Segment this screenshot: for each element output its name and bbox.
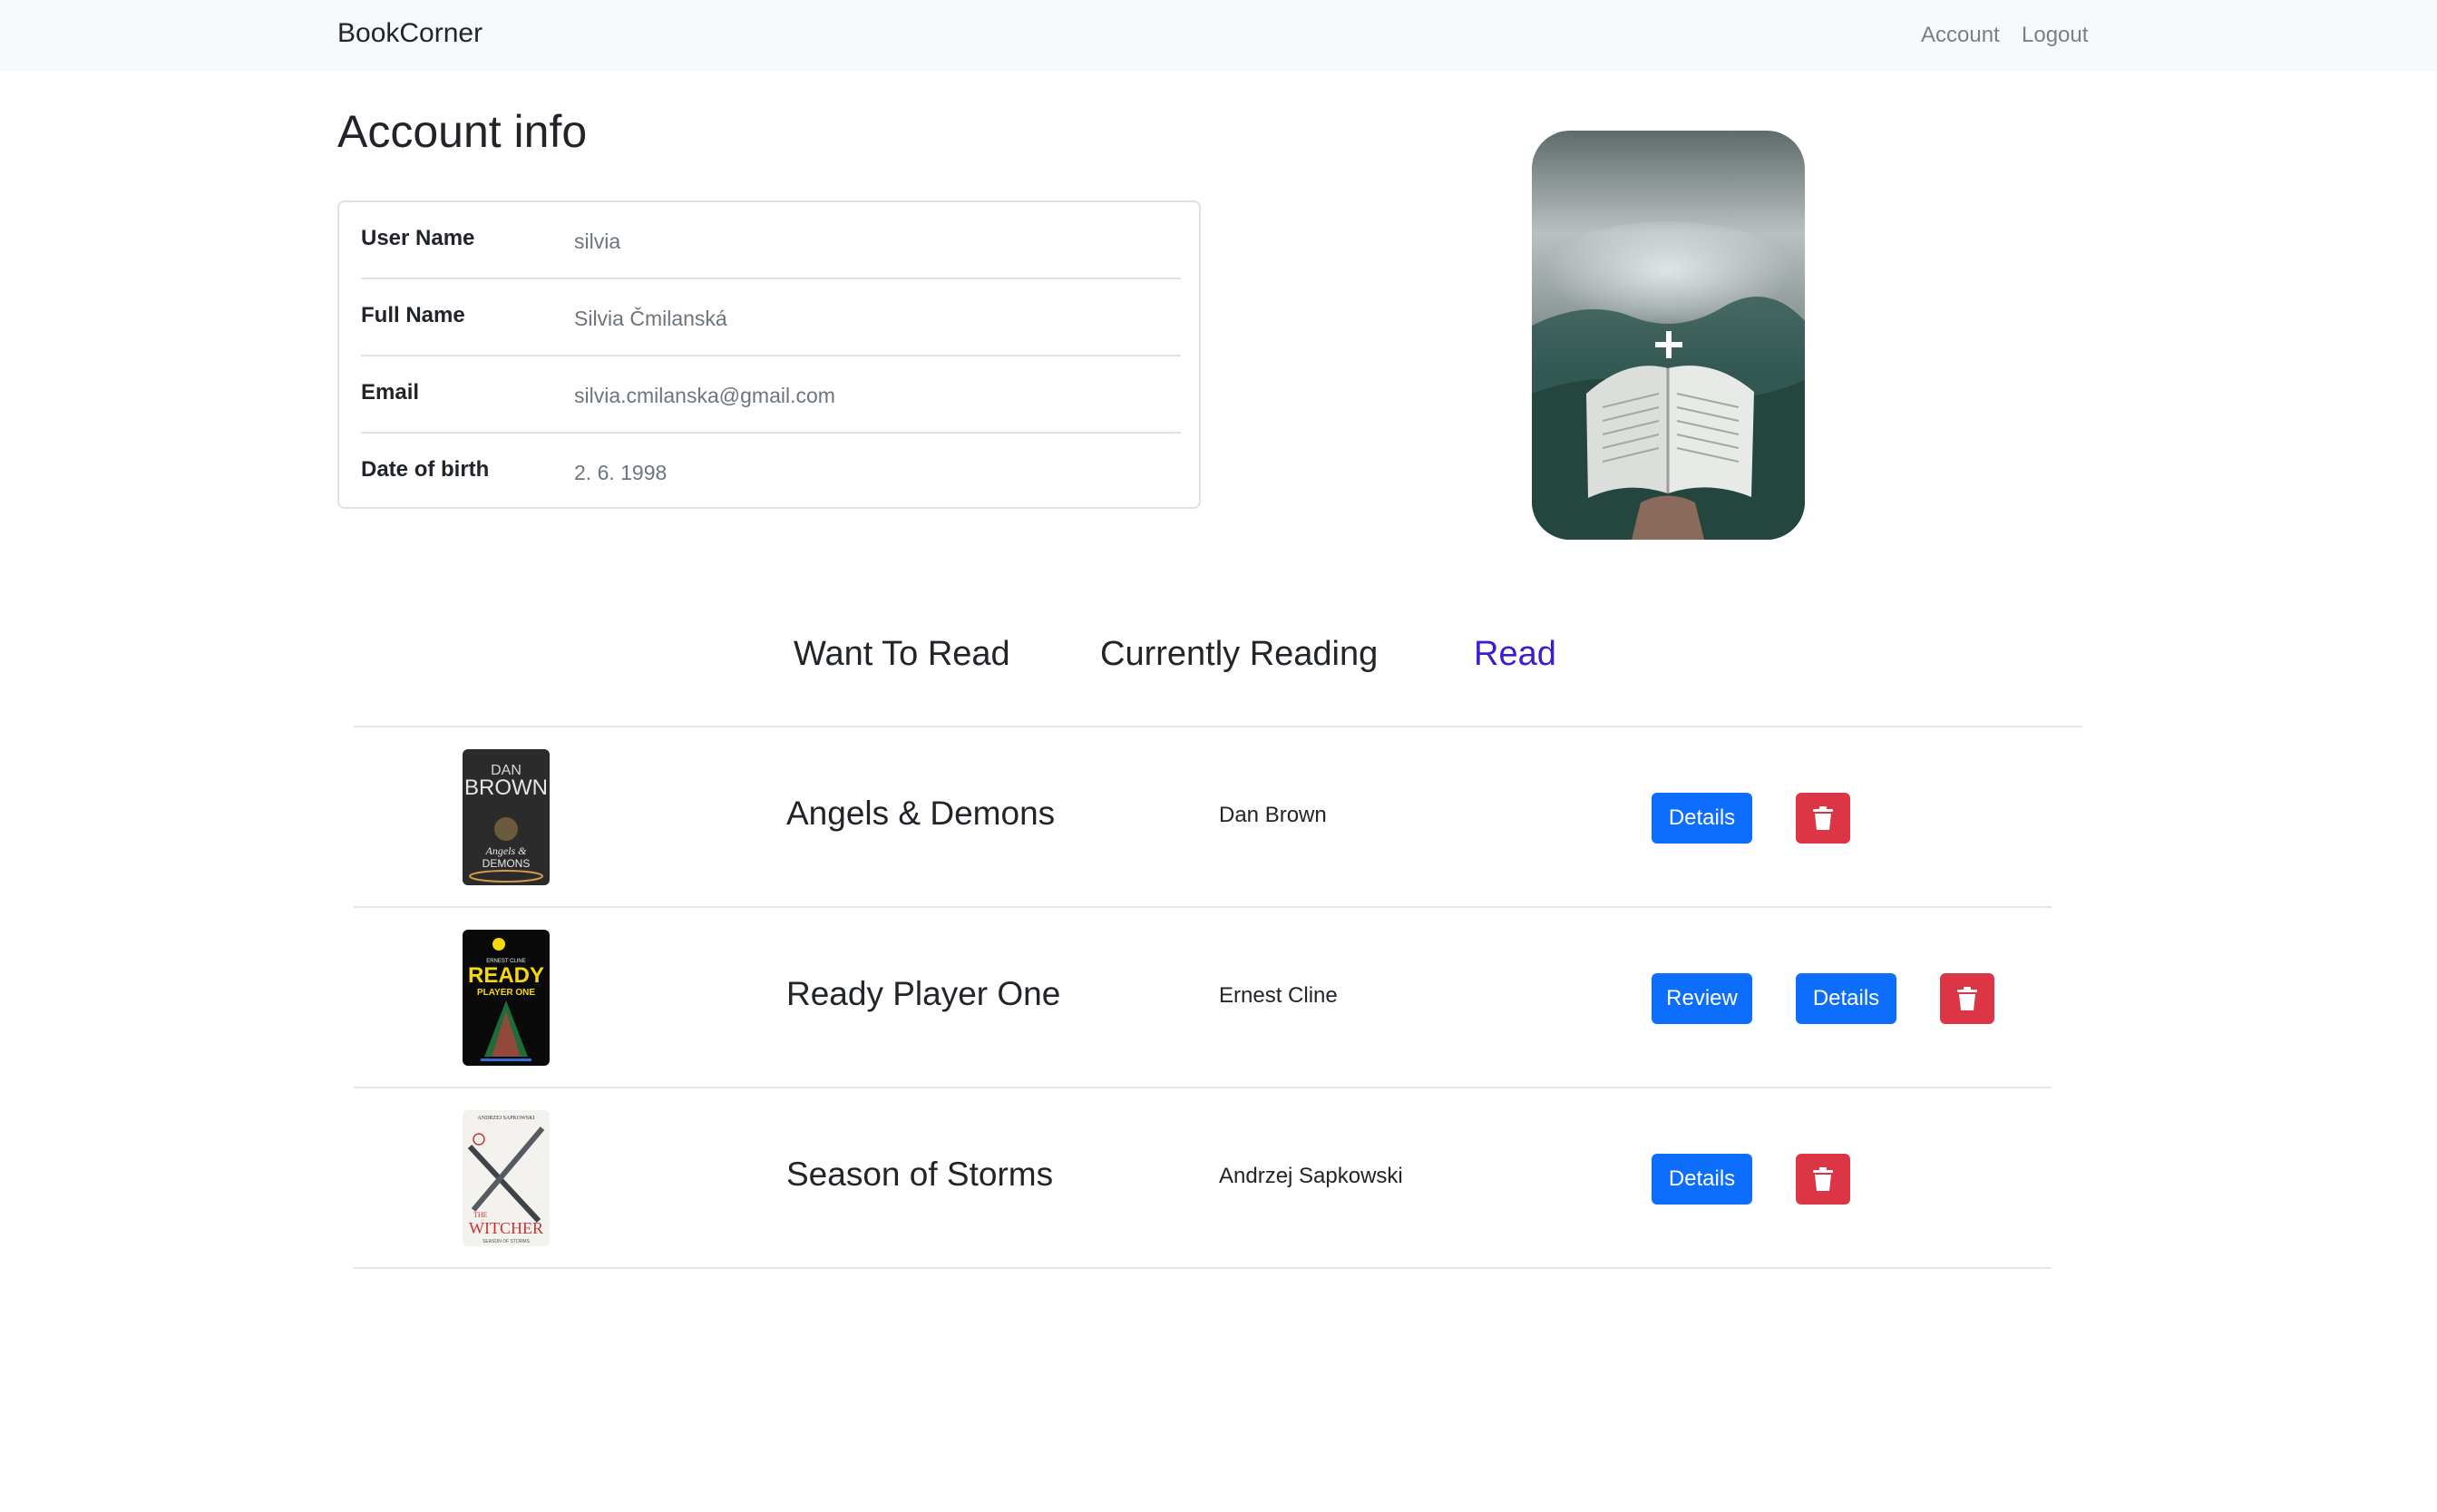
book-cover-image: ERNEST CLINE READY PLAYER ONE xyxy=(463,930,550,1066)
book-author: Dan Brown xyxy=(1219,803,1327,827)
delete-button[interactable] xyxy=(1796,1154,1850,1205)
email-label: Email xyxy=(361,380,420,405)
svg-text:SEASON OF STORMS: SEASON OF STORMS xyxy=(483,1239,531,1244)
fullname-value: Silvia Čmilanská xyxy=(574,307,727,330)
nav-account-link[interactable]: Account xyxy=(1921,23,2000,48)
birthdate-label: Date of birth xyxy=(361,457,490,482)
book-cover: DAN BROWN Angels & DEMONS xyxy=(463,749,550,885)
profile-photo-upload[interactable] xyxy=(1532,131,1805,540)
book-title: Season of Storms xyxy=(786,1156,1054,1193)
book-author: Andrzej Sapkowski xyxy=(1219,1164,1403,1188)
svg-text:PLAYER ONE: PLAYER ONE xyxy=(477,988,535,998)
book-cover-image: DAN BROWN Angels & DEMONS xyxy=(463,749,550,885)
book-cover-image: ANDRZEJ SAPKOWSKI THE WITCHER SEASON OF … xyxy=(463,1110,550,1246)
fullname-label: Full Name xyxy=(361,303,465,327)
trash-icon xyxy=(1813,806,1833,830)
book-row: ANDRZEJ SAPKOWSKI THE WITCHER SEASON OF … xyxy=(354,1088,2052,1269)
details-button[interactable]: Details xyxy=(1652,793,1752,844)
svg-text:WITCHER: WITCHER xyxy=(469,1219,543,1237)
book-cover: ERNEST CLINE READY PLAYER ONE xyxy=(463,930,550,1066)
book-author: Ernest Cline xyxy=(1219,983,1338,1008)
book-title: Ready Player One xyxy=(786,975,1061,1012)
book-cover: ANDRZEJ SAPKOWSKI THE WITCHER SEASON OF … xyxy=(463,1110,550,1246)
details-button[interactable]: Details xyxy=(1796,973,1896,1024)
svg-text:THE: THE xyxy=(473,1211,488,1219)
details-button[interactable]: Details xyxy=(1652,1154,1752,1205)
info-row-email: Email silvia.cmilanska@gmail.com xyxy=(361,356,1181,434)
tab-want-to-read[interactable]: Want To Read xyxy=(794,635,1010,674)
trash-icon xyxy=(1813,1167,1833,1191)
brand-logo[interactable]: BookCorner xyxy=(337,18,483,49)
email-value: silvia.cmilanska@gmail.com xyxy=(574,384,835,407)
svg-text:ANDRZEJ SAPKOWSKI: ANDRZEJ SAPKOWSKI xyxy=(477,1116,534,1121)
reading-status-tabs: Want To Read Currently Reading Read xyxy=(0,635,2437,689)
username-label: User Name xyxy=(361,226,475,250)
plus-icon[interactable] xyxy=(1653,329,1684,360)
svg-text:READY: READY xyxy=(468,963,544,988)
trash-icon xyxy=(1957,987,1977,1010)
page-title: Account info xyxy=(337,106,588,157)
svg-text:Angels &: Angels & xyxy=(485,844,528,857)
review-button[interactable]: Review xyxy=(1652,973,1752,1024)
nav-logout-link[interactable]: Logout xyxy=(2022,23,2088,48)
book-row: DAN BROWN Angels & DEMONS Angels & Demon… xyxy=(354,727,2052,908)
book-row: ERNEST CLINE READY PLAYER ONE Ready Play… xyxy=(354,908,2052,1088)
navbar: BookCorner Account Logout xyxy=(0,0,2437,72)
username-value: silvia xyxy=(574,229,621,253)
tab-currently-reading[interactable]: Currently Reading xyxy=(1100,635,1378,674)
delete-button[interactable] xyxy=(1940,973,1994,1024)
tab-read[interactable]: Read xyxy=(1474,635,1556,674)
info-row-birthdate: Date of birth 2. 6. 1998 xyxy=(361,434,1181,511)
svg-text:DEMONS: DEMONS xyxy=(483,857,531,870)
account-info-card: User Name silvia Full Name Silvia Čmilan… xyxy=(337,200,1201,509)
delete-button[interactable] xyxy=(1796,793,1850,844)
book-title: Angels & Demons xyxy=(786,795,1056,832)
info-row-fullname: Full Name Silvia Čmilanská xyxy=(361,279,1181,356)
svg-text:BROWN: BROWN xyxy=(464,776,548,800)
info-row-username: User Name silvia xyxy=(361,202,1181,279)
birthdate-value: 2. 6. 1998 xyxy=(574,461,668,484)
